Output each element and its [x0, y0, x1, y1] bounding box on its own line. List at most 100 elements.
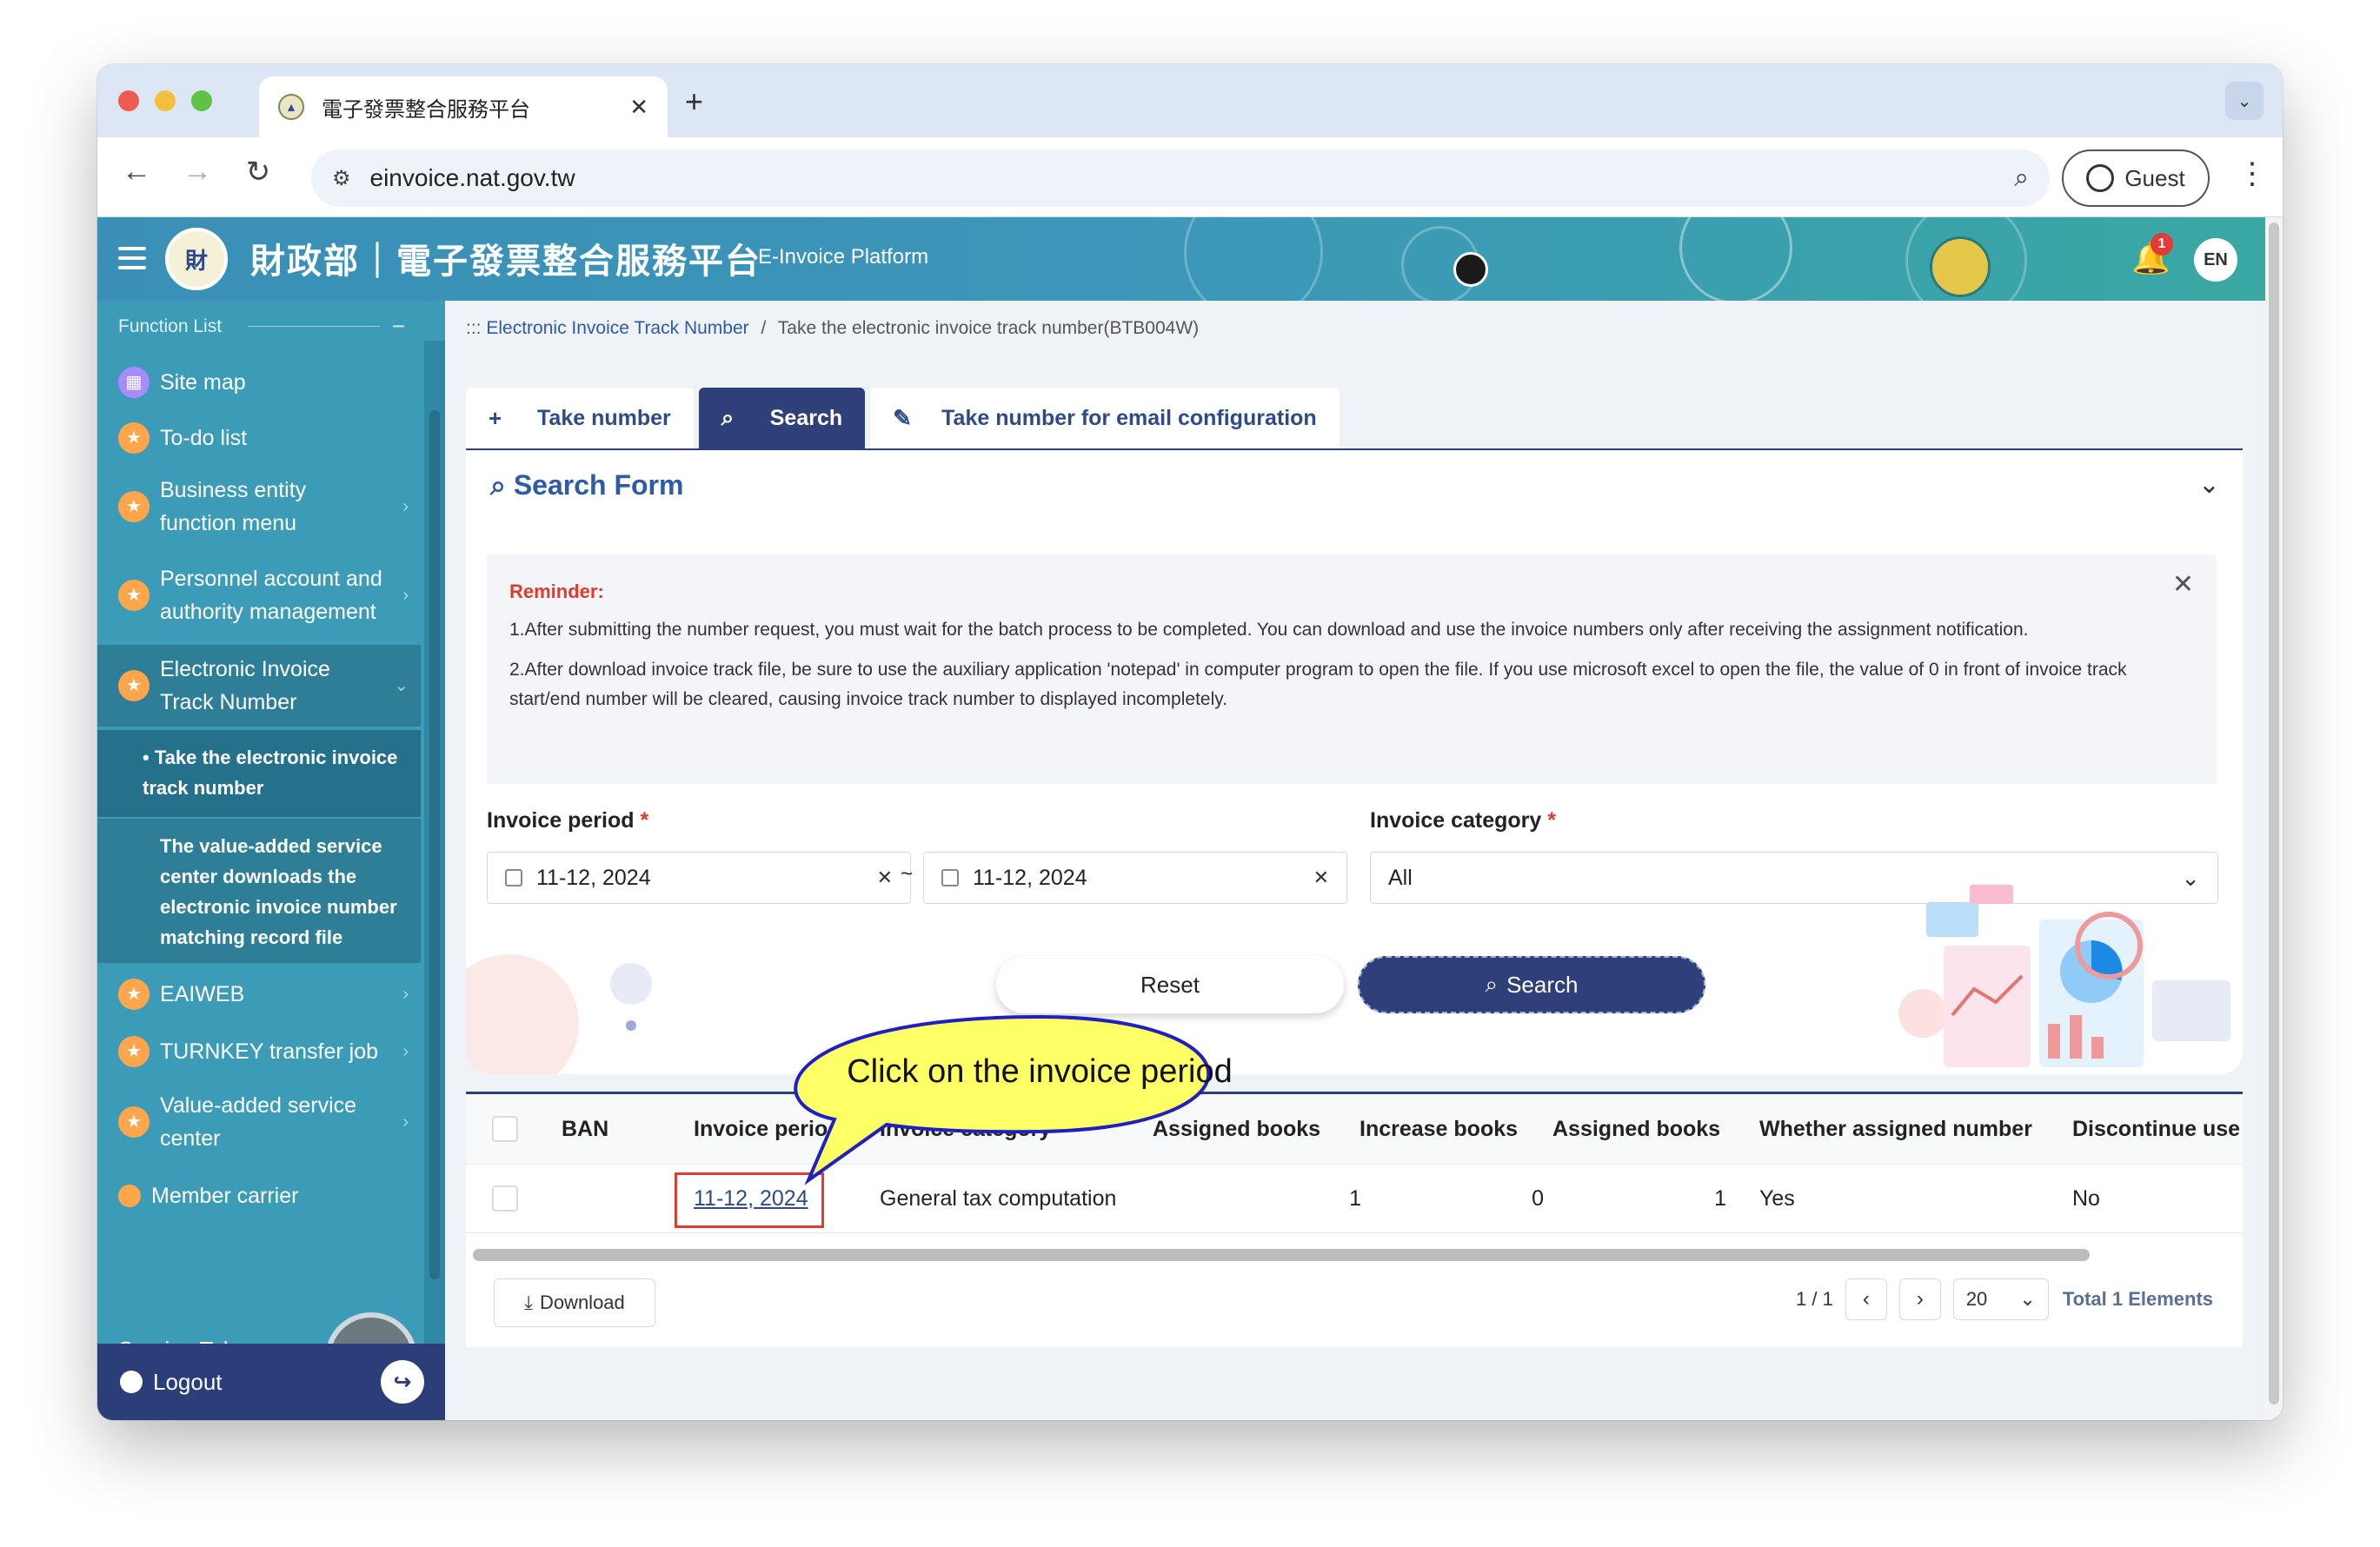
reminder-box: Reminder: 1.After submitting the number …: [487, 554, 2217, 784]
sidebar-item-label: EAIWEB: [160, 982, 245, 1006]
notification-bell-icon[interactable]: 🔔 1: [2131, 233, 2173, 276]
site-title: 財政部｜電子發票整合服務平台: [250, 242, 761, 281]
sidebar-item-todo[interactable]: ★ To-do list: [97, 412, 421, 464]
tab-search[interactable]: ⌕ Search: [698, 388, 866, 448]
site-settings-icon[interactable]: ⚙: [332, 166, 351, 191]
browser-menu-icon[interactable]: ⋮: [2237, 156, 2267, 191]
sidebar-item-member-carrier[interactable]: Member carrier: [97, 1170, 421, 1222]
cell-invoice-category: General tax computation: [880, 1185, 1117, 1211]
column-header-whether-assigned: Whether assigned number: [1759, 1116, 2032, 1141]
sidebar-item-personnel[interactable]: ★ Personnel account and authority manage…: [97, 554, 421, 636]
web-page: 財 財政部｜電子發票整合服務平台 E-Invoice Platform 🔔 1 E…: [97, 217, 2283, 1420]
sidebar-subitem-value-added-download[interactable]: The value-added service center downloads…: [97, 819, 421, 963]
tab-bar: + Take number ⌕ Search ✎ Take number for…: [466, 388, 1345, 448]
decor-circle: [610, 963, 652, 1005]
invoice-category-value: All: [1388, 865, 1413, 890]
maximize-window-button[interactable]: [191, 90, 212, 111]
horizontal-scrollbar[interactable]: [473, 1249, 2090, 1261]
sidebar-item-turnkey[interactable]: ★ TURNKEY transfer job ›: [97, 1026, 421, 1078]
close-tab-icon[interactable]: ✕: [629, 94, 648, 121]
sidebar-subitem-label: • Take the electronic invoice track numb…: [143, 747, 398, 799]
invoice-period-label-text: Invoice period: [487, 808, 635, 833]
close-icon[interactable]: ✕: [2172, 570, 2194, 600]
browser-window: ▲ 電子發票整合服務平台 ✕ + ⌄ ← → ↻ ⚙ einvoice.nat.…: [97, 64, 2283, 1420]
header-decoration: [1184, 217, 1323, 301]
star-icon: ★: [118, 491, 150, 522]
download-label: Download: [539, 1291, 625, 1313]
star-icon: ★: [118, 422, 150, 454]
next-page-icon[interactable]: ›: [1898, 1278, 1941, 1320]
decor-circle: [626, 1020, 636, 1031]
profile-button[interactable]: Guest: [2062, 149, 2210, 207]
chevron-right-icon: ›: [402, 1112, 409, 1132]
browser-tab[interactable]: ▲ 電子發票整合服務平台 ✕: [259, 76, 668, 137]
tab-email-config[interactable]: ✎ Take number for email configuration: [870, 388, 1340, 448]
sidebar-item-eaiweb[interactable]: ★ EAIWEB ›: [97, 968, 421, 1020]
highlight-box: [675, 1172, 824, 1228]
sidebar: Function List − ▦ Site map ★ To-do list …: [97, 301, 445, 1420]
clear-icon[interactable]: ✕: [877, 866, 893, 889]
sidebar-item-label: Personnel account and authority manageme…: [160, 567, 382, 624]
zoom-icon[interactable]: ⌕: [2014, 163, 2029, 193]
forward-icon[interactable]: →: [176, 155, 219, 189]
period-end-field[interactable]: 11-12, 2024 ✕: [923, 852, 1347, 904]
collapse-icon[interactable]: −: [392, 313, 405, 340]
new-tab-button[interactable]: +: [685, 83, 703, 120]
back-icon[interactable]: ←: [115, 155, 158, 189]
function-list-header: Function List −: [118, 313, 405, 340]
page-size-select[interactable]: 20 ⌄: [1952, 1278, 2049, 1320]
download-button[interactable]: ⤓ Download: [494, 1278, 655, 1327]
chevron-right-icon: ›: [402, 985, 409, 1004]
tab-take-number[interactable]: + Take number: [466, 388, 694, 448]
chevron-right-icon: ›: [402, 586, 409, 605]
language-toggle[interactable]: EN: [2194, 238, 2237, 282]
chevron-down-icon[interactable]: ⌄: [2198, 469, 2220, 500]
search-form-title[interactable]: ⌕ Search Form: [490, 469, 683, 502]
reminder-text-1: 1.After submitting the number request, y…: [509, 620, 2029, 640]
column-header-invoice-category: Invoice category: [880, 1116, 1052, 1141]
sidebar-item-site-map[interactable]: ▦ Site map: [97, 356, 421, 408]
chevron-right-icon: ›: [402, 1042, 409, 1061]
url-text: einvoice.nat.gov.tw: [369, 164, 575, 191]
tab-label: Search: [769, 405, 843, 430]
breadcrumb-prefix: :::: [466, 318, 482, 338]
profile-label: Guest: [2124, 164, 2185, 191]
site-subtitle: E-Invoice Platform: [758, 245, 929, 269]
logout-button[interactable]: Logout ↪: [97, 1344, 445, 1420]
page-scrollbar[interactable]: [2265, 217, 2283, 1420]
tab-label: Take number: [537, 405, 671, 430]
sidebar-subitem-take-track-number[interactable]: • Take the electronic invoice track numb…: [97, 730, 421, 817]
page-size-value: 20: [1965, 1288, 1988, 1310]
breadcrumb-section-link[interactable]: Electronic Invoice Track Number: [486, 318, 748, 338]
close-window-button[interactable]: [118, 90, 139, 111]
sidebar-item-value-added[interactable]: ★ Value-added service center ›: [97, 1081, 421, 1163]
main-content: ::: Electronic Invoice Track Number / Ta…: [445, 301, 2277, 1420]
search-icon: ⌕: [1485, 971, 1499, 997]
select-all-checkbox[interactable]: [492, 1116, 518, 1142]
sidebar-item-track-number[interactable]: ★ Electronic Invoice Track Number ⌄: [97, 645, 421, 727]
invoice-category-label: Invoice category *: [1370, 808, 1556, 833]
sidebar-item-label: Member carrier: [151, 1184, 299, 1208]
breadcrumb-separator: /: [761, 318, 767, 338]
reload-icon[interactable]: ↻: [236, 155, 280, 189]
required-mark: *: [1547, 808, 1556, 833]
reset-button[interactable]: Reset: [996, 956, 1344, 1013]
period-start-field[interactable]: 11-12, 2024 ✕: [487, 852, 911, 904]
callout-text: Click on the invoice period: [847, 1053, 1233, 1090]
search-button[interactable]: ⌕ Search: [1358, 956, 1705, 1013]
total-count: Total 1 Elements: [2062, 1288, 2214, 1310]
address-bar[interactable]: ⚙ einvoice.nat.gov.tw ⌕: [311, 149, 2050, 207]
minimize-window-button[interactable]: [155, 90, 176, 111]
notification-badge: 1: [2151, 233, 2173, 256]
sidebar-scrollbar[interactable]: [424, 341, 445, 1420]
clear-icon[interactable]: ✕: [1313, 866, 1329, 889]
row-checkbox[interactable]: [492, 1185, 518, 1212]
invoice-period-label: Invoice period *: [487, 808, 648, 833]
prev-page-icon[interactable]: ‹: [1845, 1278, 1887, 1320]
tab-search-chevron-icon[interactable]: ⌄: [2225, 82, 2264, 120]
search-button-label: Search: [1506, 971, 1579, 998]
table-header: BAN Invoice period Invoice category Assi…: [466, 1094, 2243, 1164]
sidebar-item-business-entity[interactable]: ★ Business entity function menu ›: [97, 466, 421, 548]
menu-toggle-icon[interactable]: [118, 247, 146, 276]
column-header-increase-books: Increase books: [1360, 1116, 1519, 1141]
